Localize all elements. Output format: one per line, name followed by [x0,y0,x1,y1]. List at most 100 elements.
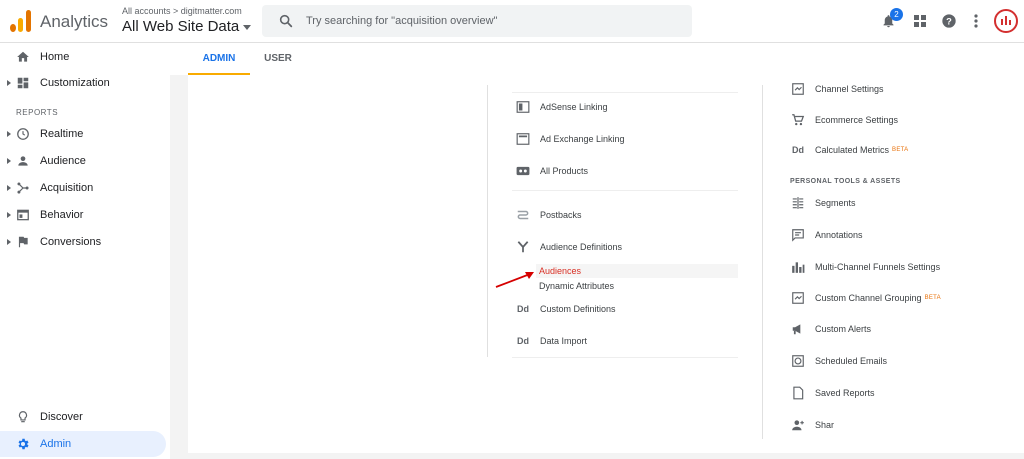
channel-settings-icon [792,83,804,95]
shopping-cart-icon [792,114,805,126]
property-item-data-import[interactable]: Dd Data Import [516,336,587,346]
expand-arrow-icon [7,239,11,245]
search-icon [279,14,293,28]
row-divider [512,357,738,358]
account-avatar[interactable] [994,9,1018,33]
help-icon[interactable]: ? [939,11,959,31]
search-box[interactable] [262,5,692,37]
item-label: Channel Settings [815,84,884,94]
view-item-saved-reports[interactable]: Saved Reports [791,386,875,400]
item-label: Custom Definitions [540,304,616,314]
nav-label: Home [40,51,70,63]
view-item-custom-alerts[interactable]: Custom Alerts [791,322,871,336]
item-label: Scheduled Emails [815,356,888,366]
nav-home[interactable]: Home [0,44,166,70]
bar-chart-icon [792,262,805,273]
more-vert-icon[interactable] [966,11,986,31]
acquisition-icon [17,182,29,194]
column-divider [487,85,488,357]
nav-discover[interactable]: Discover [0,404,166,430]
item-label: Custom Alerts [815,324,872,334]
nav-label: Acquisition [40,182,94,194]
property-item-postbacks[interactable]: Postbacks [516,208,582,222]
beta-badge: BETA [892,147,909,153]
nav-customization[interactable]: Customization [0,70,166,96]
annotations-icon [792,229,804,242]
view-item-ecommerce-settings[interactable]: Ecommerce Settings [791,113,898,127]
item-label: Saved Reports [815,388,875,398]
dd-icon: Dd [792,145,804,155]
lightbulb-icon [18,411,28,423]
view-item-multi-channel-funnels-settings[interactable]: Multi-Channel Funnels Settings [791,260,940,274]
search-input[interactable] [306,11,676,31]
row-divider [512,190,738,191]
view-item-scheduled-emails[interactable]: Scheduled Emails [791,354,887,368]
nav-label: Realtime [40,128,84,140]
dashboard-icon [17,77,29,89]
property-item-ad-exchange-linking[interactable]: Ad Exchange Linking [516,132,625,146]
item-label: Audience Definitions [540,242,623,252]
nav-behavior[interactable]: Behavior [0,202,166,228]
view-selector[interactable]: All Web Site Data [122,18,252,35]
megaphone-icon [792,324,801,335]
property-item-custom-definitions[interactable]: Dd Custom Definitions [516,304,616,314]
nav-acquisition[interactable]: Acquisition [0,175,166,201]
expand-arrow-icon [7,212,11,218]
nav-audience[interactable]: Audience [0,148,166,174]
item-label: Ecommerce Settings [815,115,899,125]
svg-text:?: ? [946,16,952,26]
behavior-icon [17,209,29,221]
view-item-channel-settings[interactable]: Channel Settings [791,82,884,96]
view-item-segments[interactable]: Segments [791,196,856,210]
view-item-share-assets[interactable]: Shar [791,418,834,432]
personal-tools-section-label: PERSONAL TOOLS & ASSETS [790,178,901,185]
gear-icon [18,438,29,450]
clock-icon [17,128,29,140]
home-icon [17,51,29,62]
apps-grid-icon[interactable] [910,11,930,31]
annotation-arrow-icon [495,272,534,288]
dd-icon: Dd [517,304,529,314]
document-icon [793,386,804,400]
nav-label: Audience [40,155,86,167]
account-breadcrumb[interactable]: All accounts > digitmatter.com [122,6,242,16]
nav-admin[interactable]: Admin [0,431,166,457]
view-item-custom-channel-grouping[interactable]: Custom Channel Grouping BETA [791,291,941,305]
row-divider [512,92,738,93]
item-label: All Products [540,166,589,176]
item-label: Ad Exchange Linking [540,134,625,144]
expand-arrow-icon [7,158,11,164]
analytics-logo-icon[interactable] [10,10,32,32]
property-item-adsense-linking[interactable]: AdSense Linking [516,100,608,114]
nav-conversions[interactable]: Conversions [0,229,166,255]
reports-section-label: REPORTS [16,108,59,117]
alarm-clock-icon [792,355,804,367]
top-app-bar: Analytics All accounts > digitmatter.com… [0,0,1024,43]
property-item-audience-definitions[interactable]: Audience Definitions [516,240,622,254]
flag-icon [18,236,28,248]
view-item-annotations[interactable]: Annotations [791,228,863,242]
item-label: Custom Channel Grouping [815,293,922,303]
subitem-dynamic-attributes[interactable]: Dynamic Attributes [539,281,614,291]
item-label: Annotations [815,230,863,240]
property-item-all-products[interactable]: All Products [516,164,588,178]
expand-arrow-icon [7,80,11,86]
view-item-calculated-metrics[interactable]: Dd Calculated Metrics BETA [791,145,908,155]
view-title: All Web Site Data [122,18,240,35]
postbacks-icon [517,210,529,220]
all-products-icon [516,166,530,176]
channel-grouping-icon [792,292,804,304]
tab-admin[interactable]: ADMIN [188,44,250,75]
person-icon [18,156,28,166]
subitem-audiences[interactable]: Audiences [539,266,581,276]
beta-badge: BETA [924,295,941,301]
admin-tabs: ADMIN USER [188,44,1024,75]
left-nav: Home Customization REPORTS Realtime Audi… [0,44,170,459]
person-add-icon [792,420,804,431]
nav-realtime[interactable]: Realtime [0,121,166,147]
caret-down-icon [243,25,252,30]
segments-icon [792,197,804,209]
tab-user[interactable]: USER [250,44,306,75]
nav-label: Discover [40,411,83,423]
column-divider [762,85,763,439]
